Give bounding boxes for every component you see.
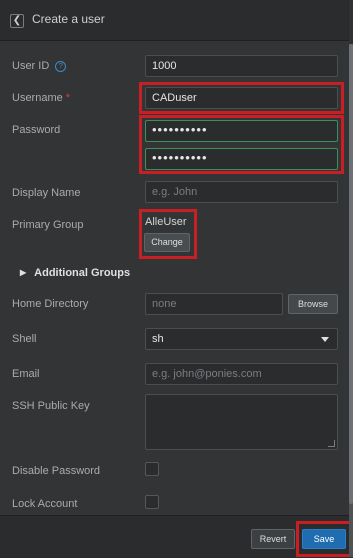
user-id-label: User ID? bbox=[12, 60, 67, 72]
password-field[interactable]: •••••••••• bbox=[145, 120, 338, 142]
disable-password-label: Disable Password bbox=[12, 465, 101, 477]
username-field[interactable]: CADuser bbox=[145, 87, 338, 109]
ssh-key-label: SSH Public Key bbox=[12, 400, 90, 412]
resize-handle[interactable] bbox=[328, 440, 335, 447]
display-name-label: Display Name bbox=[12, 187, 81, 199]
home-directory-field[interactable]: none bbox=[145, 293, 283, 315]
display-name-field[interactable]: e.g. John bbox=[145, 181, 338, 203]
lock-account-label: Lock Account bbox=[12, 498, 78, 510]
back-button[interactable]: ❮ bbox=[10, 14, 24, 28]
revert-button[interactable]: Revert bbox=[251, 529, 295, 549]
required-mark: * bbox=[65, 92, 71, 104]
chevron-down-icon bbox=[321, 337, 329, 342]
email-field[interactable]: e.g. john@ponies.com bbox=[145, 363, 338, 385]
shell-value: sh bbox=[152, 333, 164, 345]
change-group-button[interactable]: Change bbox=[144, 233, 190, 252]
additional-groups-toggle[interactable]: ▶ Additional Groups bbox=[20, 267, 130, 279]
chevron-left-icon: ❮ bbox=[12, 15, 22, 26]
create-user-panel: ❮ Create a user User ID? 1000 Username * … bbox=[0, 0, 349, 557]
primary-group-value: AlleUser bbox=[145, 216, 187, 228]
password-label: Password bbox=[12, 124, 61, 136]
username-label: Username * bbox=[12, 92, 71, 104]
user-id-field[interactable]: 1000 bbox=[145, 55, 338, 77]
triangle-right-icon: ▶ bbox=[20, 268, 27, 277]
password-confirm-field[interactable]: •••••••••• bbox=[145, 148, 338, 170]
shell-label: Shell bbox=[12, 333, 37, 345]
ssh-key-textarea[interactable] bbox=[145, 394, 338, 450]
lock-account-checkbox[interactable] bbox=[145, 495, 159, 509]
home-directory-label: Home Directory bbox=[12, 298, 89, 310]
primary-group-label: Primary Group bbox=[12, 219, 84, 231]
email-label: Email bbox=[12, 368, 40, 380]
browse-button[interactable]: Browse bbox=[288, 294, 338, 314]
disable-password-checkbox[interactable] bbox=[145, 462, 159, 476]
page-title: Create a user bbox=[32, 12, 105, 26]
header: ❮ Create a user bbox=[0, 0, 349, 41]
scrollbar-thumb[interactable] bbox=[349, 44, 353, 504]
footer: Revert Save bbox=[0, 515, 349, 558]
save-button[interactable]: Save bbox=[302, 529, 346, 549]
question-circle-icon[interactable]: ? bbox=[55, 61, 67, 72]
shell-select[interactable]: sh bbox=[145, 328, 338, 350]
